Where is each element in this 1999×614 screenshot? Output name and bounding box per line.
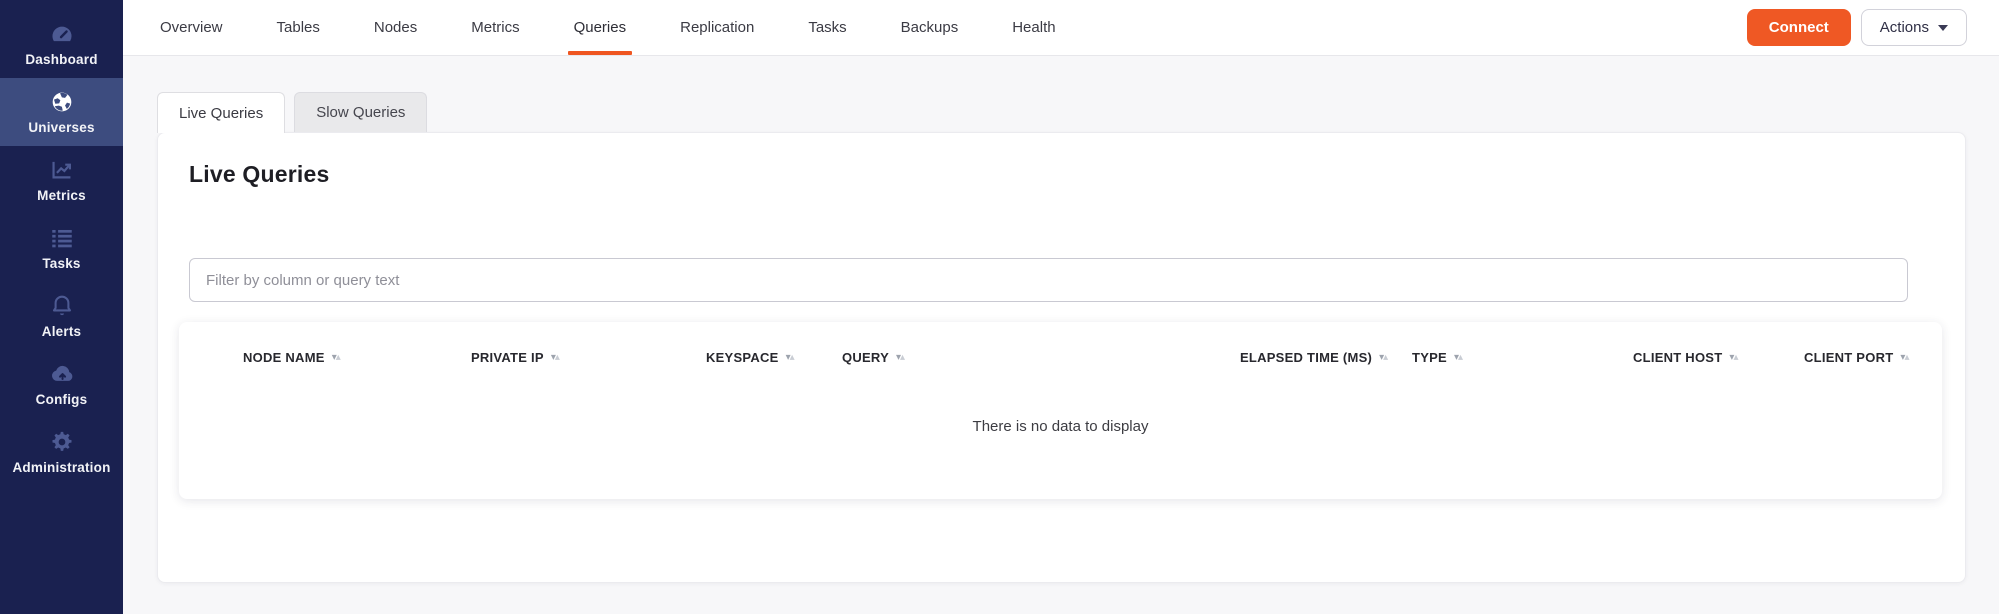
sort-icons: ▾▴ <box>896 353 904 363</box>
sort-asc-icon: ▴ <box>1458 353 1462 363</box>
sidebar-item-tasks[interactable]: Tasks <box>0 214 123 282</box>
sidebar-item-administration[interactable]: Administration <box>0 418 123 486</box>
sidebar-item-label: Tasks <box>42 256 80 271</box>
tasks-list-icon <box>49 225 75 251</box>
tab-tables[interactable]: Tables <box>277 0 320 55</box>
caret-down-icon <box>1938 25 1948 31</box>
column-header-node-name[interactable]: NODE NAME ▾▴ <box>243 350 471 365</box>
universe-header-bar: Overview Tables Nodes Metrics Queries Re… <box>123 0 1999 56</box>
sort-asc-icon: ▴ <box>1733 353 1737 363</box>
tab-health[interactable]: Health <box>1012 0 1055 55</box>
configs-cloud-icon <box>49 361 75 387</box>
column-header-keyspace[interactable]: KEYSPACE ▾▴ <box>706 350 842 365</box>
column-header-client-host[interactable]: CLIENT HOST ▾▴ <box>1633 350 1804 365</box>
table-empty-message: There is no data to display <box>179 418 1942 435</box>
connect-button[interactable]: Connect <box>1747 9 1851 46</box>
column-header-elapsed-time[interactable]: ELAPSED TIME (MS) ▾▴ <box>1240 350 1412 365</box>
header-actions-group: Connect Actions <box>1747 0 1967 55</box>
app-window: Dashboard Universes Metrics <box>0 0 1999 614</box>
sidebar-item-label: Metrics <box>37 188 86 203</box>
tab-metrics[interactable]: Metrics <box>471 0 519 55</box>
column-header-private-ip[interactable]: PRIVATE IP ▾▴ <box>471 350 706 365</box>
sort-asc-icon: ▴ <box>1904 353 1908 363</box>
tab-queries[interactable]: Queries <box>574 0 627 55</box>
query-filter-input[interactable] <box>189 258 1908 302</box>
sidebar-item-metrics[interactable]: Metrics <box>0 146 123 214</box>
column-header-client-port[interactable]: CLIENT PORT ▾▴ <box>1804 350 1942 365</box>
metrics-chart-icon <box>49 157 75 183</box>
sort-icons: ▾▴ <box>551 353 559 363</box>
sidebar-item-alerts[interactable]: Alerts <box>0 282 123 350</box>
universes-globe-icon <box>49 89 75 115</box>
sort-icons: ▾▴ <box>1379 353 1387 363</box>
sort-asc-icon: ▴ <box>790 353 794 363</box>
sidebar-item-label: Configs <box>36 392 88 407</box>
sort-icons: ▾▴ <box>332 353 340 363</box>
subtab-live-queries[interactable]: Live Queries <box>157 92 285 133</box>
actions-dropdown-button[interactable]: Actions <box>1861 9 1967 46</box>
sidebar-item-configs[interactable]: Configs <box>0 350 123 418</box>
table-header-row: NODE NAME ▾▴ PRIVATE IP ▾▴ KEYSPACE ▾▴ Q… <box>179 322 1942 365</box>
page-title: Live Queries <box>189 161 1965 188</box>
sort-icons: ▾▴ <box>1454 353 1462 363</box>
sidebar-item-label: Administration <box>12 460 110 475</box>
main-content: Live Queries Slow Queries Live Queries N… <box>123 56 1999 614</box>
sidebar-item-label: Alerts <box>42 324 81 339</box>
dashboard-gauge-icon <box>49 21 75 47</box>
column-header-query[interactable]: QUERY ▾▴ <box>842 350 1240 365</box>
queries-subtabs: Live Queries Slow Queries <box>157 92 427 133</box>
sidebar: Dashboard Universes Metrics <box>0 0 123 614</box>
sidebar-item-label: Dashboard <box>25 52 97 67</box>
tab-replication[interactable]: Replication <box>680 0 754 55</box>
sort-asc-icon: ▴ <box>336 353 340 363</box>
sidebar-item-universes[interactable]: Universes <box>0 78 123 146</box>
tab-backups[interactable]: Backups <box>901 0 959 55</box>
alerts-bell-icon <box>49 293 75 319</box>
sort-icons: ▾▴ <box>1900 353 1908 363</box>
sort-icons: ▾▴ <box>1729 353 1737 363</box>
queries-table-card: NODE NAME ▾▴ PRIVATE IP ▾▴ KEYSPACE ▾▴ Q… <box>179 322 1942 499</box>
tab-nodes[interactable]: Nodes <box>374 0 417 55</box>
sort-asc-icon: ▴ <box>900 353 904 363</box>
sort-asc-icon: ▴ <box>555 353 559 363</box>
subtab-slow-queries[interactable]: Slow Queries <box>294 92 427 132</box>
tab-overview[interactable]: Overview <box>160 0 223 55</box>
sidebar-item-label: Universes <box>28 120 94 135</box>
sort-asc-icon: ▴ <box>1383 353 1387 363</box>
sort-icons: ▾▴ <box>786 353 794 363</box>
sidebar-item-dashboard[interactable]: Dashboard <box>0 10 123 78</box>
live-queries-panel: Live Queries NODE NAME ▾▴ PRIVATE IP ▾▴ … <box>157 132 1966 583</box>
column-header-type[interactable]: TYPE ▾▴ <box>1412 350 1633 365</box>
administration-gear-icon <box>49 429 75 455</box>
tab-tasks[interactable]: Tasks <box>808 0 846 55</box>
